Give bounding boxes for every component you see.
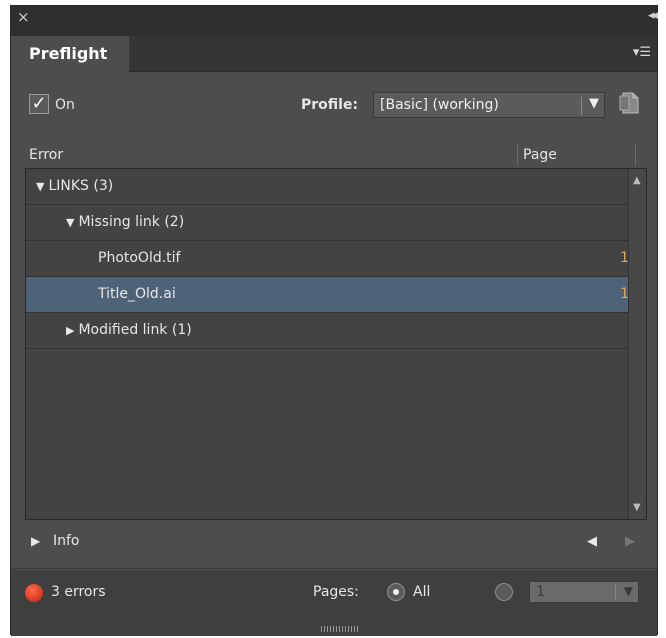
tree-row-label: ▼ LINKS (3) (36, 178, 113, 194)
scroll-down-icon[interactable]: ▼ (633, 502, 641, 513)
tree-row[interactable]: PhotoOld.tif 1 (26, 241, 630, 277)
column-divider (517, 144, 518, 166)
column-divider (635, 144, 636, 166)
tree-row[interactable]: ▼ LINKS (3) (26, 169, 630, 205)
dropdown-divider (615, 584, 616, 600)
pages-all-label: All (413, 584, 431, 600)
close-icon[interactable]: × (17, 9, 30, 25)
resize-grip[interactable] (321, 626, 359, 632)
expand-info-icon[interactable]: ▶ (31, 534, 40, 548)
chevron-down-icon[interactable]: ▼ (624, 584, 633, 598)
tree-row[interactable]: ▼ Missing link (2) (26, 205, 630, 241)
panel-titlebar: × ◂◂ (11, 6, 658, 36)
error-list[interactable]: ▶ Modified link (1) Title_Old.ai 1 PhotoOld.… (25, 168, 647, 520)
next-error-icon[interactable]: ▶ (625, 534, 635, 549)
pages-label: Pages: (313, 584, 359, 600)
tree-row[interactable]: Title_Old.ai 1 (26, 277, 630, 313)
panel-menu-icon[interactable]: ▾☰ (633, 46, 651, 59)
disclosure-expanded-icon[interactable]: ▼ (36, 180, 44, 193)
profile-label: Profile: (301, 97, 359, 113)
on-checkbox[interactable]: ✓ (29, 94, 49, 114)
profile-dropdown[interactable]: [Basic] (working) ▼ (373, 92, 605, 118)
tree-row-text: Title_Old.ai (98, 286, 176, 302)
column-page[interactable]: Page (523, 147, 557, 163)
pages-range-radio[interactable] (495, 583, 513, 601)
list-scrollbar[interactable]: ▲ ▼ (628, 169, 646, 519)
tree-row[interactable]: ▶ Modified link (1) (26, 313, 630, 349)
collapse-icon[interactable]: ◂◂ (648, 8, 658, 23)
tab-preflight[interactable]: Preflight (19, 36, 129, 72)
disclosure-expanded-icon[interactable]: ▼ (66, 216, 74, 229)
info-label[interactable]: Info (53, 533, 80, 549)
tree-row-text: Missing link (2) (78, 214, 185, 230)
error-status-icon (25, 584, 43, 602)
tree-row-text: Modified link (1) (78, 322, 192, 338)
status-bar: 3 errors Pages: All 1 ▼ (11, 570, 657, 636)
previous-error-icon[interactable]: ◀ (587, 534, 597, 549)
disclosure-collapsed-icon[interactable]: ▶ (66, 324, 74, 337)
info-section: ▶ Info ◀ ▶ (11, 526, 657, 562)
tree-row-label: ▼ Missing link (2) (66, 214, 184, 230)
tree-row-label: PhotoOld.tif (98, 250, 181, 266)
column-header: Error Page (11, 144, 657, 168)
on-label: On (55, 97, 75, 113)
tree-row-text: LINKS (3) (48, 178, 114, 194)
pages-all-radio[interactable] (387, 583, 405, 601)
tree-row-label: ▶ Modified link (1) (66, 322, 192, 338)
dropdown-divider (581, 97, 582, 115)
profile-value: [Basic] (working) (380, 97, 499, 113)
define-profiles-icon[interactable] (617, 90, 641, 116)
tab-strip (129, 36, 657, 72)
page-range-field[interactable]: 1 ▼ (529, 581, 639, 603)
scroll-up-icon[interactable]: ▲ (633, 175, 641, 186)
error-count[interactable]: 3 errors (51, 584, 106, 600)
tree-row-text: PhotoOld.tif (98, 250, 181, 266)
tree-row-label: Title_Old.ai (98, 286, 176, 302)
divider (11, 568, 657, 569)
preflight-panel: × ◂◂ Preflight ▾☰ ✓ On Profile: [Basic] … (10, 5, 658, 636)
page-range-value: 1 (536, 584, 545, 600)
column-error[interactable]: Error (29, 147, 63, 163)
chevron-down-icon: ▼ (589, 96, 599, 111)
preflight-controls: ✓ On Profile: [Basic] (working) ▼ (11, 86, 657, 126)
